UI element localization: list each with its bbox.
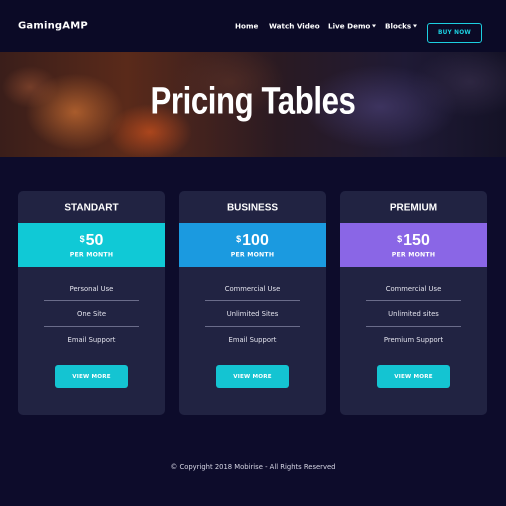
nav-home[interactable]: Home <box>235 22 258 31</box>
price-band: $150 PER MONTH <box>340 223 487 267</box>
price: $100 <box>179 232 326 250</box>
pricing-card-standart: STANDART $50 PER MONTH Personal Use One … <box>18 191 165 415</box>
feature-item: One Site <box>76 310 107 318</box>
plan-name: BUSINESS <box>226 202 279 214</box>
view-more-button[interactable]: VIEW MORE <box>216 365 289 388</box>
currency: $ <box>397 234 403 244</box>
chevron-down-icon <box>413 24 418 28</box>
currency: $ <box>79 234 85 244</box>
view-more-button[interactable]: VIEW MORE <box>55 365 128 388</box>
price-period: PER MONTH <box>230 251 275 259</box>
plan-name: PREMIUM <box>389 202 438 214</box>
feature-item: Commercial Use <box>224 285 281 293</box>
price-amount: 100 <box>242 232 269 249</box>
price-amount: 150 <box>403 232 430 249</box>
hero-banner: Pricing Tables <box>0 52 506 157</box>
view-more-button[interactable]: VIEW MORE <box>377 365 450 388</box>
nav-live-demo-label: Live Demo <box>328 21 371 31</box>
feature-item: Personal Use <box>69 285 114 293</box>
price: $50 <box>18 232 165 250</box>
price-band: $100 PER MONTH <box>179 223 326 267</box>
currency: $ <box>236 234 242 244</box>
page-title-text: Pricing Tables <box>150 80 356 123</box>
divider <box>366 326 461 327</box>
divider <box>205 300 300 301</box>
price-period: PER MONTH <box>69 251 114 259</box>
feature-item: Email Support <box>67 336 116 344</box>
divider <box>44 326 139 327</box>
buy-now-button[interactable]: BUY NOW <box>427 23 482 43</box>
feature-item: Unlimited Sites <box>226 310 279 318</box>
feature-item: Commercial Use <box>385 285 442 293</box>
nav-watch-video[interactable]: Watch Video <box>269 22 320 31</box>
chevron-down-icon <box>372 24 377 28</box>
divider <box>205 326 300 327</box>
nav-blocks-label: Blocks <box>385 21 412 31</box>
price: $150 <box>340 232 487 250</box>
pricing-card-business: BUSINESS $100 PER MONTH Commercial Use U… <box>179 191 326 415</box>
price-band: $50 PER MONTH <box>18 223 165 267</box>
divider <box>366 300 461 301</box>
nav-blocks[interactable]: Blocks <box>385 21 418 31</box>
navbar: GamingAMP Home Watch Video Live Demo Blo… <box>0 0 506 52</box>
page-title: Pricing Tables <box>0 81 506 124</box>
nav-live-demo[interactable]: Live Demo <box>328 21 377 31</box>
brand-logo[interactable]: GamingAMP <box>18 21 88 32</box>
feature-item: Email Support <box>228 336 277 344</box>
footer-copyright: © Copyright 2018 Mobirise - All Rights R… <box>170 463 336 471</box>
pricing-card-premium: PREMIUM $150 PER MONTH Commercial Use Un… <box>340 191 487 415</box>
feature-item: Unlimited sites <box>388 310 439 318</box>
feature-item: Premium Support <box>383 336 444 344</box>
divider <box>44 300 139 301</box>
plan-name: STANDART <box>64 202 119 214</box>
price-amount: 50 <box>85 232 104 249</box>
price-period: PER MONTH <box>391 251 436 259</box>
